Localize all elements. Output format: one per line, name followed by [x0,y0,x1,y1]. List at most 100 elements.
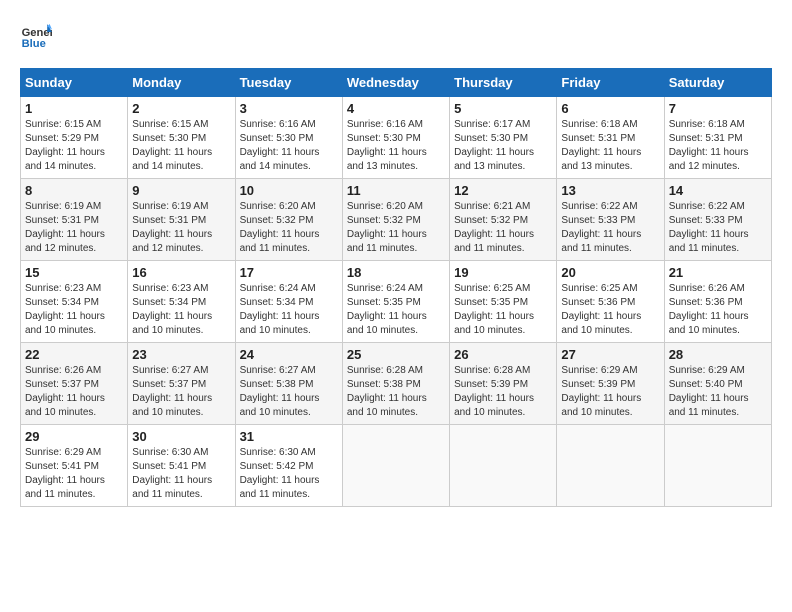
weekday-header-sunday: Sunday [21,69,128,97]
calendar-cell: 16 Sunrise: 6:23 AMSunset: 5:34 PMDaylig… [128,261,235,343]
calendar-cell [557,425,664,507]
calendar-cell [450,425,557,507]
calendar-cell: 26 Sunrise: 6:28 AMSunset: 5:39 PMDaylig… [450,343,557,425]
calendar-cell: 13 Sunrise: 6:22 AMSunset: 5:33 PMDaylig… [557,179,664,261]
calendar-cell: 12 Sunrise: 6:21 AMSunset: 5:32 PMDaylig… [450,179,557,261]
day-number: 23 [132,347,230,362]
day-number: 29 [25,429,123,444]
day-info: Sunrise: 6:21 AMSunset: 5:32 PMDaylight:… [454,200,552,256]
calendar-cell: 5 Sunrise: 6:17 AMSunset: 5:30 PMDayligh… [450,97,557,179]
calendar-cell [342,425,449,507]
day-number: 11 [347,183,445,198]
day-info: Sunrise: 6:25 AMSunset: 5:36 PMDaylight:… [561,282,659,338]
day-info: Sunrise: 6:29 AMSunset: 5:41 PMDaylight:… [25,446,123,502]
page-header: General Blue [20,20,772,52]
day-number: 22 [25,347,123,362]
calendar-cell: 1 Sunrise: 6:15 AMSunset: 5:29 PMDayligh… [21,97,128,179]
day-number: 2 [132,101,230,116]
day-info: Sunrise: 6:20 AMSunset: 5:32 PMDaylight:… [240,200,338,256]
day-number: 1 [25,101,123,116]
day-info: Sunrise: 6:23 AMSunset: 5:34 PMDaylight:… [25,282,123,338]
day-number: 10 [240,183,338,198]
day-number: 30 [132,429,230,444]
calendar-cell: 8 Sunrise: 6:19 AMSunset: 5:31 PMDayligh… [21,179,128,261]
day-number: 13 [561,183,659,198]
day-number: 18 [347,265,445,280]
calendar-cell: 23 Sunrise: 6:27 AMSunset: 5:37 PMDaylig… [128,343,235,425]
day-info: Sunrise: 6:18 AMSunset: 5:31 PMDaylight:… [561,118,659,174]
calendar-cell: 30 Sunrise: 6:30 AMSunset: 5:41 PMDaylig… [128,425,235,507]
day-info: Sunrise: 6:22 AMSunset: 5:33 PMDaylight:… [561,200,659,256]
calendar-cell: 14 Sunrise: 6:22 AMSunset: 5:33 PMDaylig… [664,179,771,261]
day-number: 7 [669,101,767,116]
day-info: Sunrise: 6:30 AMSunset: 5:41 PMDaylight:… [132,446,230,502]
calendar-cell: 11 Sunrise: 6:20 AMSunset: 5:32 PMDaylig… [342,179,449,261]
day-number: 27 [561,347,659,362]
day-number: 24 [240,347,338,362]
logo-icon: General Blue [20,20,52,52]
day-info: Sunrise: 6:20 AMSunset: 5:32 PMDaylight:… [347,200,445,256]
calendar-cell [664,425,771,507]
day-number: 19 [454,265,552,280]
day-info: Sunrise: 6:30 AMSunset: 5:42 PMDaylight:… [240,446,338,502]
day-info: Sunrise: 6:25 AMSunset: 5:35 PMDaylight:… [454,282,552,338]
weekday-header-thursday: Thursday [450,69,557,97]
weekday-header-tuesday: Tuesday [235,69,342,97]
calendar-cell: 20 Sunrise: 6:25 AMSunset: 5:36 PMDaylig… [557,261,664,343]
day-number: 16 [132,265,230,280]
day-info: Sunrise: 6:15 AMSunset: 5:29 PMDaylight:… [25,118,123,174]
calendar-cell: 22 Sunrise: 6:26 AMSunset: 5:37 PMDaylig… [21,343,128,425]
logo: General Blue [20,20,52,52]
calendar-cell: 15 Sunrise: 6:23 AMSunset: 5:34 PMDaylig… [21,261,128,343]
day-number: 21 [669,265,767,280]
day-number: 9 [132,183,230,198]
day-number: 8 [25,183,123,198]
calendar-cell: 10 Sunrise: 6:20 AMSunset: 5:32 PMDaylig… [235,179,342,261]
calendar-cell: 25 Sunrise: 6:28 AMSunset: 5:38 PMDaylig… [342,343,449,425]
weekday-header-friday: Friday [557,69,664,97]
svg-text:Blue: Blue [22,38,46,50]
day-info: Sunrise: 6:18 AMSunset: 5:31 PMDaylight:… [669,118,767,174]
day-number: 28 [669,347,767,362]
calendar-cell: 17 Sunrise: 6:24 AMSunset: 5:34 PMDaylig… [235,261,342,343]
day-info: Sunrise: 6:29 AMSunset: 5:40 PMDaylight:… [669,364,767,420]
day-info: Sunrise: 6:27 AMSunset: 5:37 PMDaylight:… [132,364,230,420]
day-info: Sunrise: 6:28 AMSunset: 5:39 PMDaylight:… [454,364,552,420]
calendar-cell: 31 Sunrise: 6:30 AMSunset: 5:42 PMDaylig… [235,425,342,507]
day-info: Sunrise: 6:15 AMSunset: 5:30 PMDaylight:… [132,118,230,174]
day-info: Sunrise: 6:19 AMSunset: 5:31 PMDaylight:… [25,200,123,256]
calendar-cell: 19 Sunrise: 6:25 AMSunset: 5:35 PMDaylig… [450,261,557,343]
day-info: Sunrise: 6:29 AMSunset: 5:39 PMDaylight:… [561,364,659,420]
calendar-cell: 2 Sunrise: 6:15 AMSunset: 5:30 PMDayligh… [128,97,235,179]
day-number: 5 [454,101,552,116]
calendar-cell: 21 Sunrise: 6:26 AMSunset: 5:36 PMDaylig… [664,261,771,343]
day-number: 17 [240,265,338,280]
day-number: 14 [669,183,767,198]
weekday-header-saturday: Saturday [664,69,771,97]
calendar-table: SundayMondayTuesdayWednesdayThursdayFrid… [20,68,772,507]
weekday-header-monday: Monday [128,69,235,97]
calendar-cell: 3 Sunrise: 6:16 AMSunset: 5:30 PMDayligh… [235,97,342,179]
day-number: 3 [240,101,338,116]
calendar-cell: 6 Sunrise: 6:18 AMSunset: 5:31 PMDayligh… [557,97,664,179]
calendar-cell: 4 Sunrise: 6:16 AMSunset: 5:30 PMDayligh… [342,97,449,179]
calendar-cell: 29 Sunrise: 6:29 AMSunset: 5:41 PMDaylig… [21,425,128,507]
day-number: 15 [25,265,123,280]
day-info: Sunrise: 6:24 AMSunset: 5:34 PMDaylight:… [240,282,338,338]
day-info: Sunrise: 6:26 AMSunset: 5:37 PMDaylight:… [25,364,123,420]
day-info: Sunrise: 6:19 AMSunset: 5:31 PMDaylight:… [132,200,230,256]
day-number: 20 [561,265,659,280]
day-info: Sunrise: 6:16 AMSunset: 5:30 PMDaylight:… [347,118,445,174]
day-number: 6 [561,101,659,116]
day-info: Sunrise: 6:16 AMSunset: 5:30 PMDaylight:… [240,118,338,174]
calendar-cell: 24 Sunrise: 6:27 AMSunset: 5:38 PMDaylig… [235,343,342,425]
day-info: Sunrise: 6:23 AMSunset: 5:34 PMDaylight:… [132,282,230,338]
day-info: Sunrise: 6:17 AMSunset: 5:30 PMDaylight:… [454,118,552,174]
day-number: 25 [347,347,445,362]
calendar-cell: 28 Sunrise: 6:29 AMSunset: 5:40 PMDaylig… [664,343,771,425]
weekday-header-wednesday: Wednesday [342,69,449,97]
day-number: 31 [240,429,338,444]
day-number: 4 [347,101,445,116]
day-info: Sunrise: 6:27 AMSunset: 5:38 PMDaylight:… [240,364,338,420]
calendar-cell: 27 Sunrise: 6:29 AMSunset: 5:39 PMDaylig… [557,343,664,425]
